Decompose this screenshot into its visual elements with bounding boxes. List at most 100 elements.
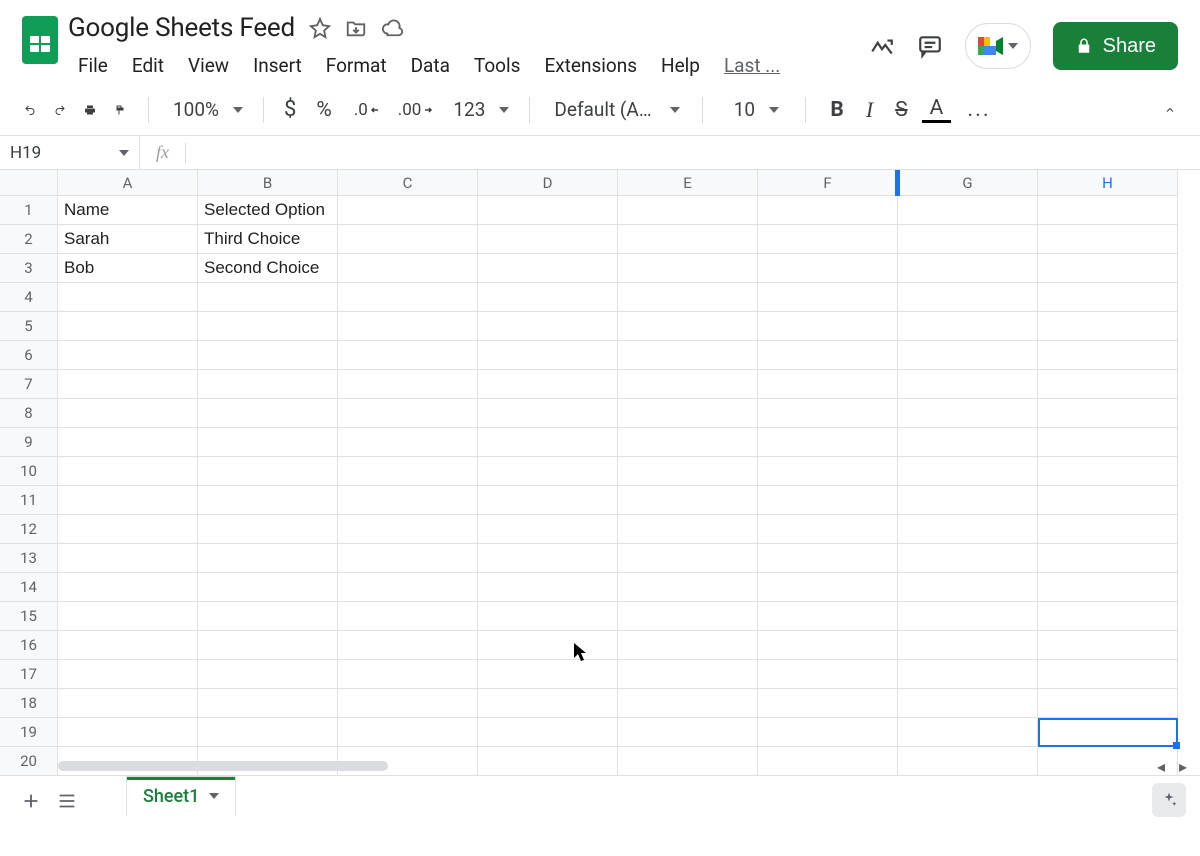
more-tools-button[interactable]: ... [957,97,1000,122]
star-icon[interactable] [309,17,331,39]
cell-C7[interactable] [338,370,478,399]
cell-E14[interactable] [618,573,758,602]
cell-F13[interactable] [758,544,898,573]
cell-D18[interactable] [478,689,618,718]
cell-G10[interactable] [898,457,1038,486]
cell-A2[interactable]: Sarah [58,225,198,254]
cell-A8[interactable] [58,399,198,428]
cell-G9[interactable] [898,428,1038,457]
cell-B18[interactable] [198,689,338,718]
cell-E6[interactable] [618,341,758,370]
cell-D16[interactable] [478,631,618,660]
menu-data[interactable]: Data [401,50,460,81]
cell-H5[interactable] [1038,312,1178,341]
cell-B19[interactable] [198,718,338,747]
menu-format[interactable]: Format [316,50,397,81]
column-header-h[interactable]: H [1038,170,1178,196]
cell-G16[interactable] [898,631,1038,660]
cell-F19[interactable] [758,718,898,747]
zoom-select[interactable]: 100% [165,98,247,121]
cell-D7[interactable] [478,370,618,399]
cell-H2[interactable] [1038,225,1178,254]
cell-E7[interactable] [618,370,758,399]
cell-H18[interactable] [1038,689,1178,718]
cell-A19[interactable] [58,718,198,747]
cell-G7[interactable] [898,370,1038,399]
menu-help[interactable]: Help [651,50,710,81]
cell-H16[interactable] [1038,631,1178,660]
cell-F5[interactable] [758,312,898,341]
cell-F11[interactable] [758,486,898,515]
print-icon[interactable] [78,98,102,122]
cell-C10[interactable] [338,457,478,486]
cell-E2[interactable] [618,225,758,254]
cell-G12[interactable] [898,515,1038,544]
activity-icon[interactable] [869,33,895,59]
row-header[interactable]: 11 [0,486,58,515]
cell-D3[interactable] [478,254,618,283]
cell-A15[interactable] [58,602,198,631]
cell-E4[interactable] [618,283,758,312]
cloud-status-icon[interactable] [381,17,403,39]
row-header[interactable]: 8 [0,399,58,428]
cell-C8[interactable] [338,399,478,428]
cell-H9[interactable] [1038,428,1178,457]
cell-D4[interactable] [478,283,618,312]
cell-C4[interactable] [338,283,478,312]
cell-A14[interactable] [58,573,198,602]
column-header-b[interactable]: B [198,170,338,196]
strikethrough-button[interactable]: S [887,98,915,122]
cell-G4[interactable] [898,283,1038,312]
cell-H4[interactable] [1038,283,1178,312]
cell-C13[interactable] [338,544,478,573]
cell-B11[interactable] [198,486,338,515]
cell-C11[interactable] [338,486,478,515]
cell-D6[interactable] [478,341,618,370]
share-button[interactable]: Share [1053,22,1178,70]
cell-A9[interactable] [58,428,198,457]
row-header[interactable]: 2 [0,225,58,254]
cell-E10[interactable] [618,457,758,486]
cell-A5[interactable] [58,312,198,341]
scroll-left-icon[interactable]: ◂ [1152,757,1170,775]
italic-button[interactable]: I [858,97,881,123]
cell-G5[interactable] [898,312,1038,341]
cell-B10[interactable] [198,457,338,486]
row-header[interactable]: 5 [0,312,58,341]
cell-D12[interactable] [478,515,618,544]
cell-E11[interactable] [618,486,758,515]
cell-C3[interactable] [338,254,478,283]
sheets-logo[interactable] [12,10,68,64]
cell-H10[interactable] [1038,457,1178,486]
menu-extensions[interactable]: Extensions [534,50,647,81]
cell-H13[interactable] [1038,544,1178,573]
cell-G8[interactable] [898,399,1038,428]
cell-B16[interactable] [198,631,338,660]
menu-file[interactable]: File [68,50,118,81]
select-all-corner[interactable] [0,170,58,196]
cell-E8[interactable] [618,399,758,428]
row-header[interactable]: 13 [0,544,58,573]
cell-E16[interactable] [618,631,758,660]
cell-D5[interactable] [478,312,618,341]
column-header-a[interactable]: A [58,170,198,196]
menu-view[interactable]: View [178,50,239,81]
cell-C5[interactable] [338,312,478,341]
font-size-select[interactable]: 10 [719,98,789,121]
cell-A11[interactable] [58,486,198,515]
cell-B8[interactable] [198,399,338,428]
cell-H12[interactable] [1038,515,1178,544]
cell-D17[interactable] [478,660,618,689]
cell-G17[interactable] [898,660,1038,689]
formula-input[interactable] [186,136,1200,169]
text-color-button[interactable]: A [922,96,952,123]
cell-B14[interactable] [198,573,338,602]
cell-A1[interactable]: Name [58,196,198,225]
cell-H11[interactable] [1038,486,1178,515]
cell-E12[interactable] [618,515,758,544]
cell-G15[interactable] [898,602,1038,631]
cell-C17[interactable] [338,660,478,689]
cell-E1[interactable] [618,196,758,225]
cell-A4[interactable] [58,283,198,312]
cell-G18[interactable] [898,689,1038,718]
